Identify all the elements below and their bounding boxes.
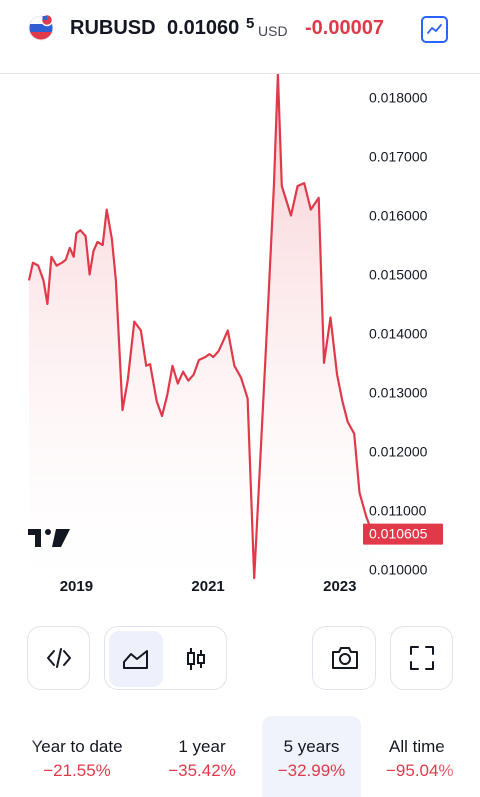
period-tab-1y[interactable]: 1 year −35.42% [138,716,266,797]
price-chart-canvas[interactable]: 0.010000 0.011000 0.012000 0.013000 0.014000… [0,74,480,604]
y-tick-label: 0.018000 [369,90,428,106]
period-label: 5 years [283,737,340,756]
fullscreen-button[interactable] [390,626,453,690]
snapshot-button[interactable] [312,626,376,690]
last-price: 0.01060 [167,17,240,39]
code-embed-icon [47,648,71,668]
last-price-superscript: 5 [246,15,255,32]
y-tick-label: 0.014000 [369,325,428,341]
embed-button[interactable] [27,626,90,690]
y-tick-label: 0.016000 [369,208,428,224]
scroll-fade-left [0,716,42,797]
area-chart-icon [123,650,148,669]
currency-label: USD [258,23,288,39]
scroll-fade-right [438,716,480,797]
fullscreen-icon [410,646,434,670]
period-tab-5y[interactable]: 5 years −32.99% [262,716,361,797]
y-tick-label: 0.013000 [369,384,428,400]
y-tick-label: 0.012000 [369,443,428,459]
candlestick-icon [187,648,205,670]
chart-style-toggle [104,626,227,690]
x-tick-label: 2021 [191,578,224,595]
period-tabs: Year to date −21.55% 1 year −35.42% 5 ye… [0,716,480,797]
last-price-tag-label: 0.010605 [369,526,428,542]
x-tick-label: 2023 [323,578,356,595]
line-chart-icon [427,24,442,34]
y-tick-label: 0.011000 [369,502,427,518]
y-tick-label: 0.010000 [369,561,428,577]
y-tick-label: 0.015000 [369,267,428,283]
symbol-name[interactable]: RUBUSD [70,17,156,40]
price-chart[interactable]: 0.010000 0.011000 0.012000 0.013000 0.014000… [0,74,480,604]
price-change: -0.00007 [305,17,384,39]
y-tick-label: 0.017000 [369,149,428,165]
period-change: −35.42% [168,761,236,780]
symbol-header: RUBUSD 0.01060 5 USD -0.00007 [0,0,480,60]
russia-us-flag-icon [26,13,56,43]
period-label: 1 year [178,737,226,756]
area-chart-button[interactable] [109,631,163,687]
x-tick-label: 2019 [60,578,93,595]
chart-type-button[interactable] [421,16,448,43]
period-change: −32.99% [277,761,346,780]
camera-icon [332,647,358,669]
candles-chart-button[interactable] [169,631,223,687]
